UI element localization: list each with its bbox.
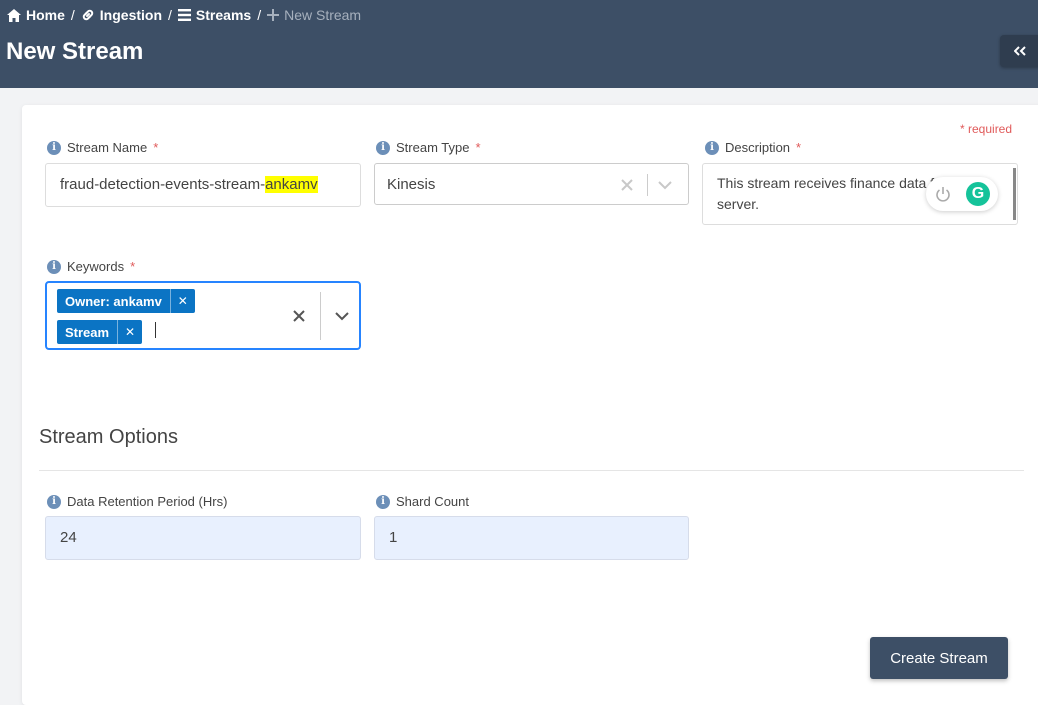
required-asterisk: * xyxy=(475,140,481,155)
stream-options-title: Stream Options xyxy=(39,426,178,448)
required-asterisk: * xyxy=(153,140,159,155)
breadcrumb-current-label: New Stream xyxy=(284,7,362,23)
page-title: New Stream xyxy=(6,38,144,65)
description-value: This stream receives finance data from s… xyxy=(717,175,959,212)
link-icon xyxy=(82,9,93,21)
breadcrumb-ingestion[interactable]: Ingestion xyxy=(81,7,162,23)
breadcrumb: Home / Ingestion / Streams / New Stream xyxy=(7,6,361,24)
home-icon xyxy=(7,8,21,22)
keywords-label: i Keywords * xyxy=(47,259,135,274)
keyword-tag: Stream ✕ xyxy=(57,320,143,344)
chevron-down-icon[interactable] xyxy=(658,180,672,190)
page-header: Home / Ingestion / Streams / New Stream … xyxy=(0,0,1038,88)
keyword-tag: Owner: ankamv ✕ xyxy=(57,289,195,313)
required-asterisk: * xyxy=(796,140,802,155)
breadcrumb-home-label: Home xyxy=(26,7,65,23)
info-icon[interactable]: i xyxy=(376,140,390,155)
grammarly-widget[interactable]: G xyxy=(926,177,998,211)
remove-tag-button[interactable]: ✕ xyxy=(117,320,142,344)
stream-name-value-highlight: ankamv xyxy=(265,176,318,193)
info-icon[interactable]: i xyxy=(47,259,61,274)
info-icon[interactable]: i xyxy=(47,140,61,155)
breadcrumb-streams[interactable]: Streams xyxy=(177,7,252,23)
breadcrumb-home[interactable]: Home xyxy=(7,7,65,23)
stream-name-value-prefix: fraud-detection-events-stream- xyxy=(60,176,266,193)
select-separator xyxy=(320,292,321,340)
text-cursor xyxy=(155,322,156,338)
stream-type-value: Kinesis xyxy=(387,176,436,193)
retention-input[interactable]: 24 xyxy=(45,516,361,560)
keywords-controls xyxy=(293,292,349,340)
breadcrumb-separator: / xyxy=(70,7,75,23)
stream-name-input[interactable]: fraud-detection-events-stream-ankamv xyxy=(45,163,361,207)
stream-type-label: i Stream Type * xyxy=(376,140,481,155)
shard-count-label: i Shard Count xyxy=(376,494,469,509)
required-asterisk: * xyxy=(130,259,136,274)
list-icon xyxy=(177,9,191,21)
stream-type-controls xyxy=(621,174,672,196)
breadcrumb-separator: / xyxy=(257,7,262,23)
shard-count-label-text: Shard Count xyxy=(396,494,469,509)
retention-value: 24 xyxy=(60,529,77,546)
close-icon[interactable] xyxy=(293,310,305,322)
keyword-tag-label: Owner: ankamv xyxy=(65,293,162,309)
close-icon[interactable] xyxy=(621,179,633,191)
collapse-sidebar-button[interactable] xyxy=(1000,35,1038,67)
section-divider xyxy=(39,470,1024,471)
stream-name-label: i Stream Name * xyxy=(47,140,158,155)
double-chevron-left-icon xyxy=(1014,46,1026,56)
stream-name-value: fraud-detection-events-stream-ankamv xyxy=(60,176,318,193)
keyword-tag-label: Stream xyxy=(65,324,110,340)
required-note: * required xyxy=(960,122,1013,136)
retention-label: i Data Retention Period (Hrs) xyxy=(47,494,227,509)
breadcrumb-separator: / xyxy=(168,7,172,23)
plus-icon xyxy=(267,9,280,21)
description-label-text: Description xyxy=(725,140,791,155)
description-scrollbar[interactable] xyxy=(1013,168,1016,220)
retention-label-text: Data Retention Period (Hrs) xyxy=(67,494,228,509)
description-label: i Description * xyxy=(705,140,801,155)
breadcrumb-ingestion-label: Ingestion xyxy=(99,7,163,23)
stream-type-select[interactable]: Kinesis xyxy=(374,163,689,205)
remove-tag-button[interactable]: ✕ xyxy=(169,289,195,313)
shard-count-value: 1 xyxy=(389,529,398,546)
grammarly-logo[interactable]: G xyxy=(966,182,990,206)
chevron-down-icon[interactable] xyxy=(335,311,349,321)
breadcrumb-streams-label: Streams xyxy=(195,7,252,23)
create-stream-button[interactable]: Create Stream xyxy=(870,637,1008,679)
power-icon[interactable] xyxy=(934,185,952,203)
shard-count-input[interactable]: 1 xyxy=(374,516,689,560)
info-icon[interactable]: i xyxy=(705,140,719,155)
breadcrumb-current: New Stream xyxy=(267,7,361,23)
info-icon[interactable]: i xyxy=(376,494,390,509)
keywords-multiselect[interactable]: Owner: ankamv ✕ Stream ✕ xyxy=(45,281,361,350)
stream-type-label-text: Stream Type xyxy=(396,140,470,155)
select-separator xyxy=(647,174,648,196)
stream-name-label-text: Stream Name xyxy=(67,140,148,155)
keywords-label-text: Keywords xyxy=(67,259,125,274)
info-icon[interactable]: i xyxy=(47,494,61,509)
